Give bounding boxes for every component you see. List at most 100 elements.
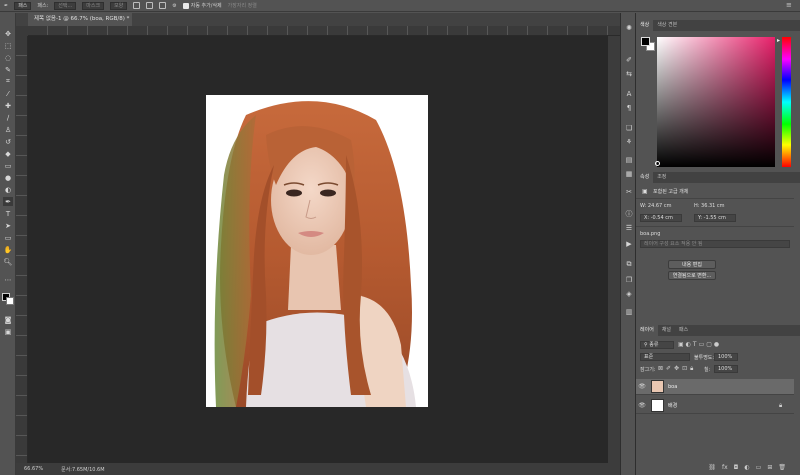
tab-color[interactable]: 색상	[636, 20, 654, 31]
clone-stamp-icon[interactable]: ♙	[3, 125, 13, 134]
marquee-tool-icon[interactable]: ⬚	[3, 41, 13, 50]
convert-to-linked-button[interactable]: 연결됨으로 변환...	[668, 271, 716, 280]
group-icon[interactable]: ▭	[756, 464, 762, 471]
timeline-icon[interactable]: ▥	[624, 307, 634, 317]
path-select-tool-icon[interactable]: ➤	[3, 221, 13, 230]
mode-select[interactable]: 패스	[14, 1, 32, 10]
pen-tool-icon[interactable]: ✒	[3, 197, 13, 206]
path-operations-icon[interactable]	[133, 2, 141, 9]
layer-name[interactable]: 배경	[668, 402, 677, 409]
tab-channels[interactable]: 채널	[658, 325, 675, 336]
layer-comps-icon[interactable]: ❐	[624, 275, 634, 285]
tab-properties[interactable]: 속성	[636, 172, 654, 183]
shape-button[interactable]: 모양	[110, 1, 128, 10]
crop-tool-icon[interactable]: ⌗	[3, 77, 13, 86]
height-field[interactable]: H: 36.31 cm	[694, 203, 725, 209]
lasso-tool-icon[interactable]: ◌	[3, 53, 13, 62]
rectangle-tool-icon[interactable]: ▭	[3, 233, 13, 242]
trash-icon[interactable]: 🗑︎	[778, 464, 786, 471]
character-icon[interactable]: A	[624, 89, 634, 99]
eraser-tool-icon[interactable]: ◆	[3, 149, 13, 158]
edit-contents-button[interactable]: 내용 편집	[668, 260, 716, 269]
history-brush-icon[interactable]: ↺	[3, 137, 13, 146]
gradient-tool-icon[interactable]: ▭	[3, 161, 13, 170]
actions-icon[interactable]: ▶	[624, 239, 634, 249]
more-tools-icon[interactable]: ⋯	[3, 275, 13, 284]
adjustments-icon[interactable]: ✂	[624, 187, 634, 197]
lock-icons[interactable]: ⊠✐✥⊡🔒︎	[658, 365, 696, 373]
new-layer-icon[interactable]: ⊞	[767, 464, 772, 471]
styles-icon[interactable]: ⧉	[624, 259, 634, 269]
eye-icon[interactable]: 👁︎	[636, 383, 648, 390]
quick-mask-icon[interactable]: ◙	[3, 315, 13, 324]
layer-style-icon[interactable]: fx	[722, 464, 728, 471]
document-size[interactable]: 문서:7.65M/10.6M	[61, 466, 104, 473]
fill-input[interactable]: 100%	[714, 365, 738, 373]
align-edges-checkbox[interactable]: 가장자리 정렬	[228, 2, 257, 9]
eyedropper-tool-icon[interactable]: ⁄	[3, 89, 13, 98]
color-picker-field[interactable]	[657, 37, 775, 167]
panel-menu-icon[interactable]: ≡	[786, 1, 792, 9]
path-arrangement-icon[interactable]	[159, 2, 167, 9]
hue-slider[interactable]	[782, 37, 791, 167]
auto-add-delete-checkbox[interactable]: 자동 추가/삭제	[182, 2, 222, 9]
vertical-ruler[interactable]	[16, 36, 28, 463]
ruler-origin[interactable]	[16, 26, 28, 36]
brightness-icon[interactable]: ✺	[624, 23, 634, 33]
color-foreground-swatch[interactable]	[641, 37, 650, 46]
tab-adjustments[interactable]: 조정	[653, 172, 670, 183]
tab-paths[interactable]: 패스	[675, 325, 692, 336]
canvas-vertical-scrollbar[interactable]	[608, 36, 620, 463]
lock-icon[interactable]: 🔒︎	[779, 402, 782, 410]
width-field[interactable]: W: 24.67 cm	[640, 203, 671, 209]
add-mask-icon[interactable]: ◘	[734, 464, 739, 471]
layer-filter-icons[interactable]: ▣◐T▭▢●	[678, 341, 721, 348]
eye-icon[interactable]: 👁︎	[636, 402, 648, 409]
paragraph-icon[interactable]: ¶	[624, 103, 634, 113]
path-alignment-icon[interactable]	[146, 2, 154, 9]
layer-comp-select[interactable]: 레이어 구성 요소 적용 안 됨	[640, 240, 790, 248]
pen-tool-icon[interactable]: ✒	[4, 3, 8, 9]
history-icon[interactable]: ☰	[624, 223, 634, 233]
link-layers-icon[interactable]: ⛓	[708, 464, 716, 471]
background-color-swatch[interactable]	[6, 297, 14, 305]
hand-tool-icon[interactable]: ✋	[3, 245, 13, 254]
brush-settings-icon[interactable]: ✐	[624, 55, 634, 65]
zoom-level[interactable]: 66.67%	[24, 466, 43, 472]
tab-layers[interactable]: 레이어	[636, 325, 658, 336]
gear-icon[interactable]: ⚙	[172, 3, 176, 9]
blur-tool-icon[interactable]: ●	[3, 173, 13, 182]
opacity-input[interactable]: 100%	[714, 353, 738, 361]
layer-name[interactable]: boa	[668, 384, 677, 390]
hue-slider-handle-icon[interactable]: ▸	[777, 37, 780, 44]
mask-button[interactable]: 마스크	[82, 1, 105, 10]
zoom-tool-icon[interactable]: 🔍︎	[3, 257, 13, 266]
make-selection-button[interactable]: 선택...	[54, 1, 77, 10]
glyphs-icon[interactable]: ❏	[624, 123, 634, 133]
tool-presets-icon[interactable]: ⇆	[624, 69, 634, 79]
screen-mode-icon[interactable]: ▣	[3, 327, 13, 336]
x-field[interactable]: X: -0.54 cm	[640, 214, 682, 222]
document-image[interactable]	[206, 95, 428, 407]
dodge-tool-icon[interactable]: ◐	[3, 185, 13, 194]
layer-row-boa[interactable]: 👁︎ boa	[636, 379, 794, 395]
layer-row-background[interactable]: 👁︎ 배경 🔒︎	[636, 398, 794, 414]
layer-filter-select[interactable]: ⚲ 종류	[640, 341, 674, 349]
healing-brush-icon[interactable]: ✚	[3, 101, 13, 110]
blend-mode-select[interactable]: 표준	[640, 353, 690, 361]
color-picker-cursor[interactable]	[655, 161, 660, 166]
tab-swatches[interactable]: 색상 견본	[653, 20, 681, 31]
document-tab[interactable]: 제목 없음-1 @ 66.7% (boa, RGB/8) *	[28, 13, 132, 26]
notes-icon[interactable]: ▦	[624, 169, 634, 179]
libraries-icon[interactable]: ▤	[624, 155, 634, 165]
horizontal-ruler[interactable]	[28, 26, 620, 36]
adjustment-layer-icon[interactable]: ◐	[744, 464, 749, 471]
quick-select-tool-icon[interactable]: ✎	[3, 65, 13, 74]
type-tool-icon[interactable]: T	[3, 209, 13, 218]
info-icon[interactable]: ⓘ	[624, 209, 634, 219]
move-tool-icon[interactable]: ✥	[3, 29, 13, 38]
y-field[interactable]: Y: -1.55 cm	[694, 214, 736, 222]
clone-source-icon[interactable]: ⚘	[624, 137, 634, 147]
3d-icon[interactable]: ◈	[624, 289, 634, 299]
brush-tool-icon[interactable]: ∕	[3, 113, 13, 122]
